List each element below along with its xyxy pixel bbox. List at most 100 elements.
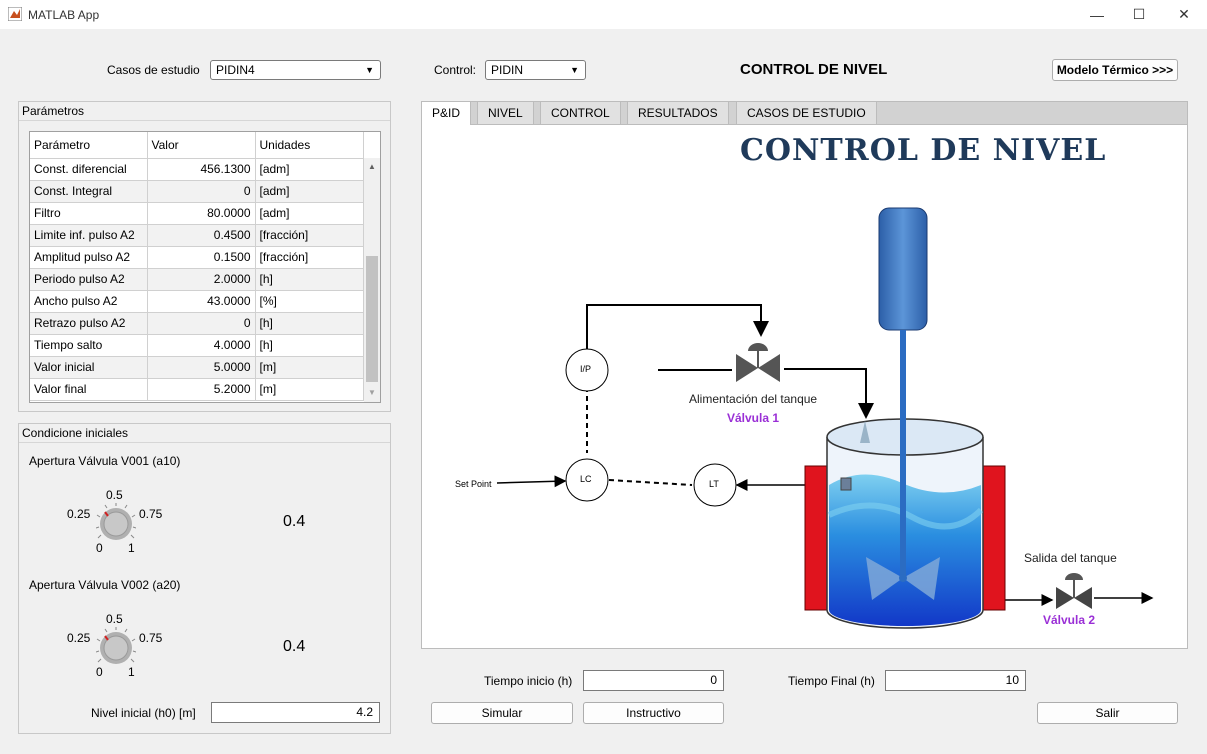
cell[interactable]: 0 [147,180,256,203]
tab-nivel[interactable]: NIVEL [477,101,534,125]
knob1-tick-0: 0 [96,541,103,555]
cell[interactable]: Amplitud pulso A2 [30,246,148,269]
instructivo-button[interactable]: Instructivo [583,702,724,724]
diagram-title: CONTROL DE NIVEL [740,133,1107,168]
cell[interactable]: Periodo pulso A2 [30,268,148,291]
chevron-down-icon: ▼ [570,65,579,75]
control-label: Control: [434,63,477,77]
cell[interactable]: [h] [255,334,364,357]
minimize-button[interactable]: — [1074,0,1120,29]
knob1-tick-1: 1 [128,541,135,555]
cell[interactable]: [adm] [255,180,364,203]
cell[interactable]: 0.1500 [147,246,256,269]
page-title: CONTROL DE NIVEL [740,61,888,78]
cell[interactable]: [m] [255,356,364,379]
table-row[interactable]: Retrazo pulso A2 0 [h] [30,312,364,335]
knob1-tick-05: 0.5 [106,488,123,502]
setpoint-label: Set Point [455,479,492,489]
cell[interactable]: [h] [255,268,364,291]
cell[interactable]: 43.0000 [147,290,256,313]
chevron-down-icon: ▼ [365,65,374,75]
maximize-button[interactable]: ☐ [1116,0,1162,29]
simular-button[interactable]: Simular [431,702,573,724]
knob1-tick-075: 0.75 [139,507,163,521]
tab-resultados[interactable]: RESULTADOS [627,101,729,125]
column-header[interactable]: Valor [147,132,256,159]
ip-label: I/P [580,364,592,374]
title-bar [0,0,1207,29]
cell[interactable]: 5.0000 [147,356,256,379]
valve1-label: Apertura Válvula V001 (a10) [29,454,181,468]
cell[interactable]: Valor inicial [30,356,148,379]
cell[interactable]: 0 [147,312,256,335]
salida-label: Salida del tanque [1024,551,1117,565]
cell[interactable]: 80.0000 [147,202,256,225]
column-header[interactable]: Unidades [255,132,364,159]
parametros-title: Parámetros [19,102,390,121]
column-header[interactable]: Parámetro [30,132,148,159]
knob2-tick-1: 1 [128,665,135,679]
casos-label: Casos de estudio [107,63,200,77]
nivel-inicial-label: Nivel inicial (h0) [m] [91,706,196,720]
scroll-down-icon[interactable]: ▼ [368,388,376,397]
cell[interactable]: Filtro [30,202,148,225]
cell[interactable]: Const. Integral [30,180,148,203]
valve1-knob[interactable] [96,503,136,543]
tab-control[interactable]: CONTROL [540,101,621,125]
table-row[interactable]: Tiempo salto 4.0000 [h] [30,334,364,357]
scroll-up-icon[interactable]: ▲ [368,162,376,171]
tab-pid[interactable]: P&ID [421,101,472,126]
cell[interactable]: [fracción] [255,246,364,269]
cell[interactable]: Const. diferencial [30,158,148,181]
valvula1-label: Válvula 1 [727,411,780,425]
cell[interactable]: [adm] [255,158,364,181]
casos-dropdown[interactable]: PIDIN4 ▼ [210,60,381,80]
close-button[interactable]: ✕ [1161,0,1207,29]
table-row[interactable]: Valor inicial 5.0000 [m] [30,356,364,379]
parametros-table[interactable]: Parámetro Valor Unidades Const. diferenc… [29,131,381,403]
cell[interactable]: [fracción] [255,224,364,247]
cell[interactable]: 456.1300 [147,158,256,181]
table-row[interactable]: Filtro 80.0000 [adm] [30,202,364,225]
table-row[interactable]: Const. Integral 0 [adm] [30,180,364,203]
lt-label: LT [709,479,719,489]
table-row[interactable]: Limite inf. pulso A2 0.4500 [fracción] [30,224,364,247]
knob2-tick-075: 0.75 [139,631,163,645]
tiempo-final-input[interactable]: 10 [885,670,1026,691]
knob2-tick-0: 0 [96,665,103,679]
modelo-termico-button[interactable]: Modelo Térmico >>> [1052,59,1178,81]
tab-casos-de-estudio[interactable]: CASOS DE ESTUDIO [736,101,877,125]
cell[interactable]: 0.4500 [147,224,256,247]
table-row[interactable]: Periodo pulso A2 2.0000 [h] [30,268,364,291]
cell[interactable]: Ancho pulso A2 [30,290,148,313]
valve2-knob[interactable] [96,627,136,667]
valve2-label: Apertura Válvula V002 (a20) [29,578,181,592]
cell[interactable]: [%] [255,290,364,313]
cell[interactable]: [adm] [255,202,364,225]
casos-value: PIDIN4 [216,63,255,77]
cell[interactable]: 4.0000 [147,334,256,357]
tiempo-inicio-input[interactable]: 0 [583,670,724,691]
alimentacion-label: Alimentación del tanque [689,392,818,406]
table-row[interactable]: Const. diferencial 456.1300 [adm] [30,158,364,181]
nivel-inicial-input[interactable]: 4.2 [211,702,380,723]
pid-diagram: CONTROL DE NIVEL I/P LC LT Set Point Ali… [421,125,1188,649]
salir-button[interactable]: Salir [1037,702,1178,724]
table-scrollbar[interactable]: ▲ ▼ [364,158,380,402]
scrollbar-thumb[interactable] [366,256,378,382]
parametros-panel: Parámetros Parámetro Valor Unidades Cons… [18,101,391,412]
cell[interactable]: Tiempo salto [30,334,148,357]
cell[interactable]: Valor final [30,378,148,401]
table-row[interactable]: Valor final 5.2000 [m] [30,378,364,401]
cell[interactable]: Limite inf. pulso A2 [30,224,148,247]
condiciones-panel: Condicione iniciales Apertura Válvula V0… [18,423,391,734]
cell[interactable]: 2.0000 [147,268,256,291]
knob2-tick-025: 0.25 [67,631,91,645]
table-row[interactable]: Ancho pulso A2 43.0000 [%] [30,290,364,313]
cell[interactable]: 5.2000 [147,378,256,401]
cell[interactable]: [h] [255,312,364,335]
table-row[interactable]: Amplitud pulso A2 0.1500 [fracción] [30,246,364,269]
cell[interactable]: Retrazo pulso A2 [30,312,148,335]
control-dropdown[interactable]: PIDIN ▼ [485,60,586,80]
cell[interactable]: [m] [255,378,364,401]
